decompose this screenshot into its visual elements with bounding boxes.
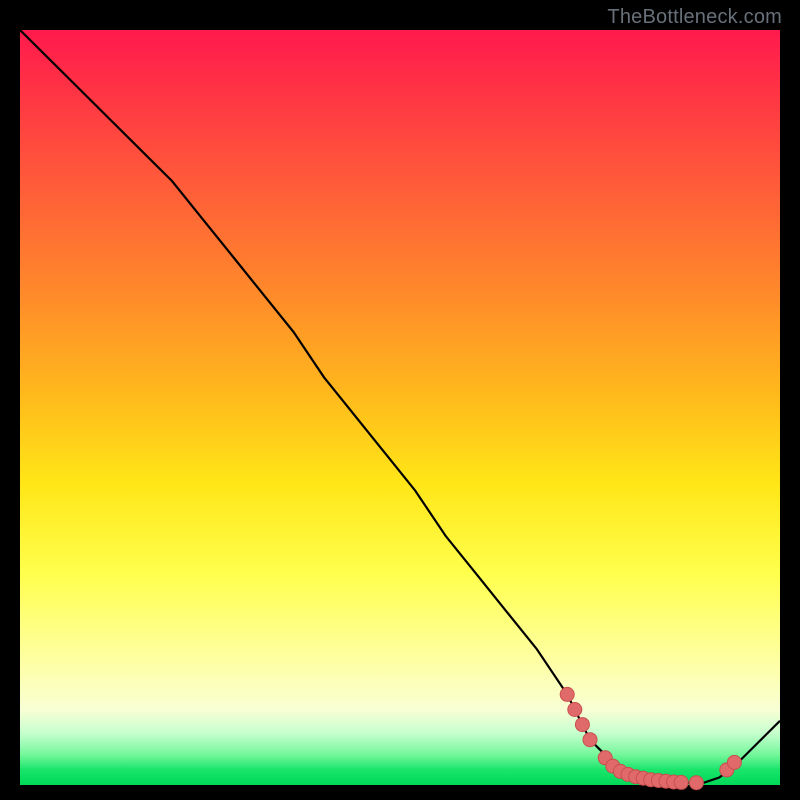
marker-dot	[583, 733, 597, 747]
attribution-text: TheBottleneck.com	[607, 6, 782, 29]
plot-area	[20, 30, 780, 785]
markers-group	[560, 687, 741, 789]
curve-layer	[20, 30, 780, 785]
chart-frame: TheBottleneck.com	[0, 0, 800, 800]
marker-dot	[689, 776, 703, 790]
bottleneck-curve	[20, 30, 780, 783]
marker-dot	[575, 718, 589, 732]
marker-dot	[727, 755, 741, 769]
marker-dot	[674, 775, 688, 789]
marker-dot	[568, 703, 582, 717]
marker-dot	[560, 687, 574, 701]
